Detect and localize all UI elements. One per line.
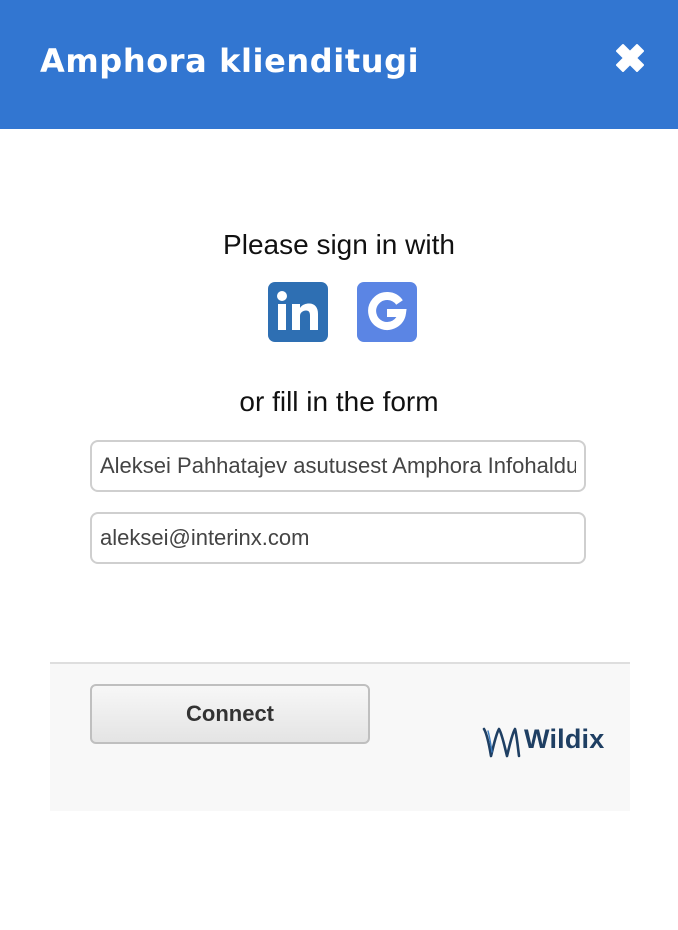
- email-field[interactable]: [90, 512, 586, 564]
- google-signin-button[interactable]: [357, 282, 417, 342]
- name-field[interactable]: [90, 440, 586, 492]
- form-prompt: or fill in the form: [239, 386, 439, 417]
- linkedin-signin-button[interactable]: [268, 282, 328, 342]
- close-icon: [616, 44, 644, 72]
- wildix-wave-icon: [482, 727, 521, 758]
- window-title: Amphora klienditugi: [40, 42, 420, 80]
- connect-button[interactable]: Connect: [90, 684, 370, 744]
- header-bar: Amphora klienditugi: [0, 0, 678, 129]
- linkedin-icon: [277, 291, 318, 330]
- google-icon: [368, 292, 407, 330]
- signin-prompt: Please sign in with: [223, 229, 455, 260]
- close-button[interactable]: [612, 40, 648, 76]
- brand-name: Wildix: [524, 724, 605, 754]
